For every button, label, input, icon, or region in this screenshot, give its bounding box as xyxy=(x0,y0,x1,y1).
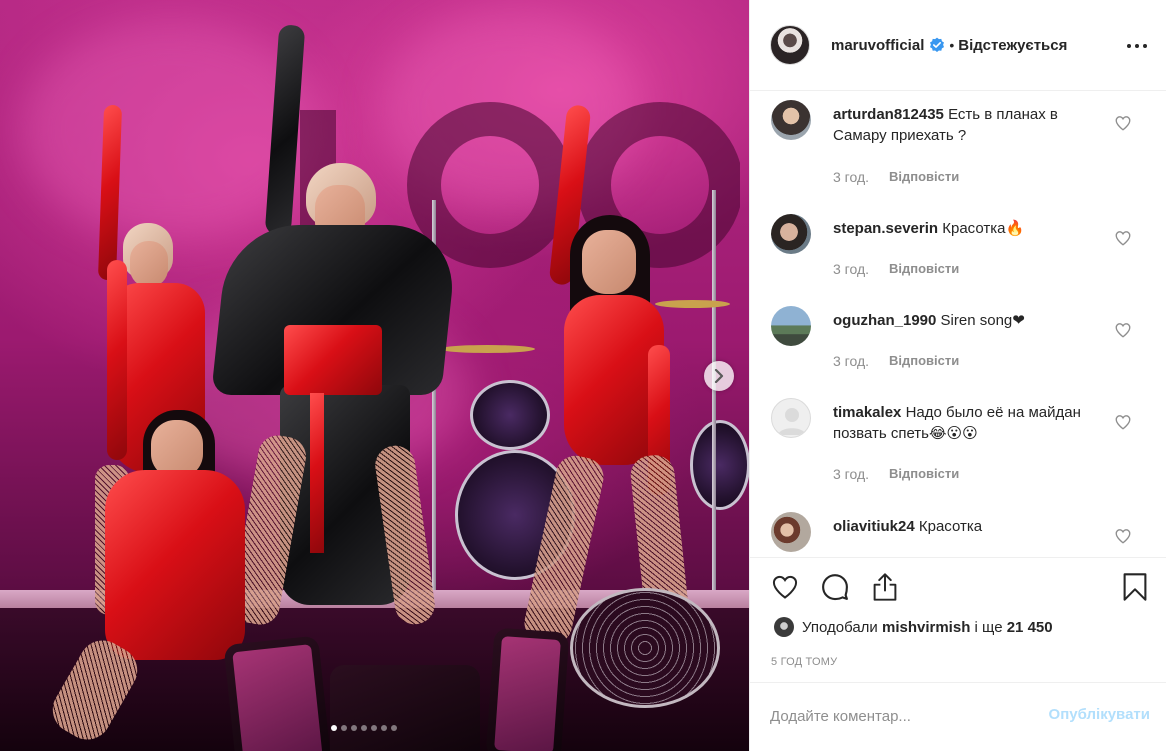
bookmark-icon xyxy=(1123,573,1147,601)
reply-button[interactable]: Відповісти xyxy=(889,261,959,277)
comment-input[interactable] xyxy=(770,703,1030,729)
audience-phone xyxy=(223,635,332,751)
comment-meta: 3 год. Відповісти xyxy=(833,169,959,185)
commenter-username[interactable]: stepan.severin xyxy=(833,220,938,237)
save-button[interactable] xyxy=(1120,572,1150,602)
like-button[interactable] xyxy=(770,572,800,602)
comment-like-icon[interactable] xyxy=(1114,527,1132,545)
commenter-username[interactable]: oliavitiuk24 xyxy=(833,518,915,535)
comment-meta: 3 год. Відповісти xyxy=(833,466,959,482)
likes-prefix: Уподобали xyxy=(802,618,878,636)
comment-text: Siren song❤ xyxy=(940,312,1025,329)
comment-like-icon[interactable] xyxy=(1114,321,1132,339)
comment-button[interactable] xyxy=(820,572,850,602)
commenter-avatar[interactable] xyxy=(771,306,811,346)
carousel-dot xyxy=(371,725,377,731)
default-avatar-icon xyxy=(778,408,806,435)
comment-icon xyxy=(822,574,848,601)
stage-fan xyxy=(570,588,720,708)
comment-item: oliavitiuk24 Красотка xyxy=(770,504,1150,556)
author-username[interactable]: maruvofficial xyxy=(831,37,924,54)
carousel-dot xyxy=(331,725,337,731)
separator-dot: • xyxy=(949,37,955,53)
share-icon xyxy=(873,573,897,601)
post-timestamp[interactable]: 5 ГОД ТОМУ xyxy=(771,656,837,668)
likes-middle: і ще xyxy=(974,618,1003,636)
comment-time[interactable]: 3 год. xyxy=(833,261,869,277)
more-options-button[interactable] xyxy=(1125,36,1149,56)
next-photo-button[interactable] xyxy=(704,361,734,391)
comment-body: timakalex Надо было её на майдан позвать… xyxy=(833,402,1113,444)
comment-item: stepan.severin Красотка🔥 3 год. Відповіс… xyxy=(770,206,1150,277)
comments-list[interactable]: arturdan812435 Есть в планах в Самару пр… xyxy=(750,92,1166,556)
liker-username[interactable]: mishvirmish xyxy=(882,619,970,636)
dancer-figure xyxy=(520,95,710,655)
comment-time[interactable]: 3 год. xyxy=(833,353,869,369)
reply-button[interactable]: Відповісти xyxy=(889,466,959,482)
comment-item: oguzhan_1990 Siren song❤ 3 год. Відповіс… xyxy=(770,298,1150,369)
comment-like-icon[interactable] xyxy=(1114,413,1132,431)
more-horizontal-icon xyxy=(1127,44,1147,48)
commenter-avatar[interactable] xyxy=(771,214,811,254)
liker-avatar[interactable] xyxy=(774,617,794,637)
carousel-dot xyxy=(381,725,387,731)
comment-time[interactable]: 3 год. xyxy=(833,169,869,185)
reply-button[interactable]: Відповісти xyxy=(889,169,959,185)
carousel-dot xyxy=(351,725,357,731)
commenter-username[interactable]: timakalex xyxy=(833,404,901,421)
comment-meta: 3 год. Відповісти xyxy=(833,353,959,369)
comment-time[interactable]: 3 год. xyxy=(833,466,869,482)
likes-count[interactable]: 21 450 xyxy=(1007,619,1053,636)
audience-silhouette xyxy=(330,665,480,751)
comment-body: oliavitiuk24 Красотка xyxy=(833,516,1113,537)
commenter-avatar[interactable] xyxy=(771,100,811,140)
carousel-dot xyxy=(391,725,397,731)
carousel-dots xyxy=(331,725,397,731)
comment-body: oguzhan_1990 Siren song❤ xyxy=(833,310,1113,331)
author-avatar[interactable] xyxy=(770,25,810,65)
comment-like-icon[interactable] xyxy=(1114,229,1132,247)
comment-body: arturdan812435 Есть в планах в Самару пр… xyxy=(833,104,1113,146)
post-header: maruvofficial • Відстежується xyxy=(750,0,1166,91)
comment-meta: 3 год. Відповісти xyxy=(833,261,959,277)
comment-item: timakalex Надо было её на майдан позвать… xyxy=(770,390,1150,482)
likes-summary: Уподобали mishvirmish і ще 21 450 xyxy=(774,617,1053,637)
carousel-dot xyxy=(341,725,347,731)
comment-body: stepan.severin Красотка🔥 xyxy=(833,218,1113,239)
post-sidebar: maruvofficial • Відстежується arturdan81… xyxy=(749,0,1166,751)
add-comment-bar: Опублікувати xyxy=(750,682,1166,751)
comment-like-icon[interactable] xyxy=(1114,114,1132,132)
carousel-dot xyxy=(361,725,367,731)
comment-text: Красотка xyxy=(918,518,983,535)
comment-text: Красотка🔥 xyxy=(942,220,1025,237)
heart-icon xyxy=(772,575,798,599)
commenter-avatar[interactable] xyxy=(771,398,811,438)
share-button[interactable] xyxy=(870,572,900,602)
publish-button[interactable]: Опублікувати xyxy=(1049,706,1150,723)
post-actions: Уподобали mishvirmish і ще 21 450 5 ГОД … xyxy=(750,557,1166,751)
comment-item: arturdan812435 Есть в планах в Самару пр… xyxy=(770,92,1150,185)
commenter-username[interactable]: arturdan812435 xyxy=(833,106,944,123)
post-photo[interactable] xyxy=(0,0,749,751)
verified-badge-icon xyxy=(930,37,945,52)
following-button[interactable]: Відстежується xyxy=(958,37,1067,54)
commenter-avatar[interactable] xyxy=(771,512,811,552)
commenter-username[interactable]: oguzhan_1990 xyxy=(833,312,936,329)
reply-button[interactable]: Відповісти xyxy=(889,353,959,369)
audience-phone xyxy=(485,627,570,751)
chevron-right-icon xyxy=(714,369,724,383)
